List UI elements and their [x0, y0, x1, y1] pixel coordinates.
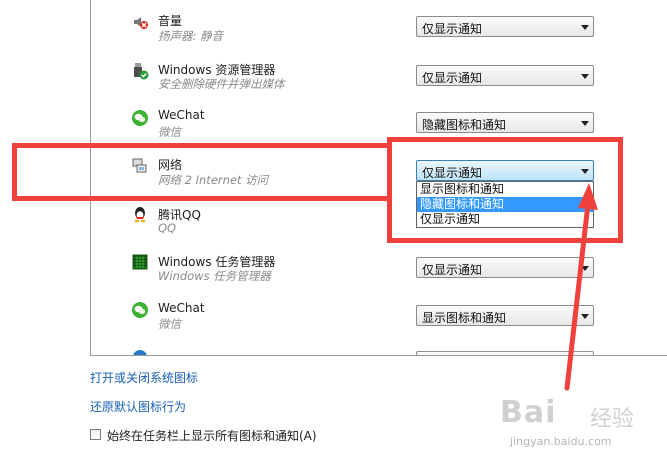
select-value: 隐藏图标和通知 [422, 118, 507, 132]
task-manager-icon [131, 253, 149, 271]
watermark-url: jingyan.baidu.com [510, 435, 612, 448]
list-row-volume: 音量 扬声器: 静音 仅显示通知 [91, 6, 667, 50]
chevron-down-icon [581, 266, 589, 271]
row-description: 扬声器: 静音 [158, 29, 224, 43]
behavior-select-explorer[interactable]: 仅显示通知 [416, 65, 594, 86]
row-description: Windows 任务管理器 [158, 269, 271, 283]
list-row-wechat-2: WeChat 微信 显示图标和通知 [91, 294, 667, 338]
row-description: 微信 [158, 317, 181, 331]
behavior-select-partial[interactable] [416, 351, 594, 355]
usb-safely-remove-icon [131, 62, 149, 80]
behavior-select-wechat-2[interactable]: 显示图标和通知 [416, 305, 594, 326]
turn-system-icons-link[interactable]: 打开或关闭系统图标 [90, 369, 198, 386]
always-show-checkbox[interactable] [90, 429, 101, 440]
chevron-down-icon [581, 121, 589, 126]
always-show-label: 始终在任务栏上显示所有图标和通知(A) [107, 429, 317, 443]
list-row-explorer: Windows 资源管理器 安全删除硬件并弹出媒体 仅显示通知 [91, 54, 667, 98]
row-name: 音量 [158, 14, 183, 28]
select-value: 显示图标和通知 [422, 311, 507, 325]
behavior-select-task-manager[interactable]: 仅显示通知 [416, 257, 594, 278]
select-value: 仅显示通知 [422, 71, 483, 85]
list-row-partial [91, 342, 667, 355]
row-description: QQ [158, 221, 177, 235]
behavior-select-volume[interactable]: 仅显示通知 [416, 16, 594, 37]
speaker-muted-icon [131, 13, 149, 31]
baidu-jingyan-watermark: Bai 经验 jingyan.baidu.com [500, 395, 660, 455]
qq-penguin-icon [131, 205, 149, 223]
annotation-box-dropdown [387, 137, 623, 243]
watermark-logo: Bai [500, 395, 557, 430]
list-row-task-manager: Windows 任务管理器 Windows 任务管理器 仅显示通知 [91, 246, 667, 290]
annotation-box-network-row [12, 143, 392, 201]
row-description: 安全删除硬件并弹出媒体 [158, 77, 285, 91]
row-name: WeChat [158, 301, 205, 315]
snipping-client-icon [131, 348, 149, 355]
wechat-icon [131, 109, 149, 127]
chevron-down-icon [581, 74, 589, 79]
row-name: WeChat [158, 108, 205, 122]
select-value: 仅显示通知 [422, 22, 483, 36]
behavior-select-wechat[interactable]: 隐藏图标和通知 [416, 112, 594, 133]
row-description: 微信 [158, 125, 181, 139]
wechat-icon [131, 301, 149, 319]
select-value: 仅显示通知 [422, 263, 483, 277]
chevron-down-icon [581, 25, 589, 30]
restore-default-link[interactable]: 还原默认图标行为 [90, 398, 186, 415]
chevron-down-icon [581, 314, 589, 319]
watermark-text: 经验 [590, 407, 635, 432]
